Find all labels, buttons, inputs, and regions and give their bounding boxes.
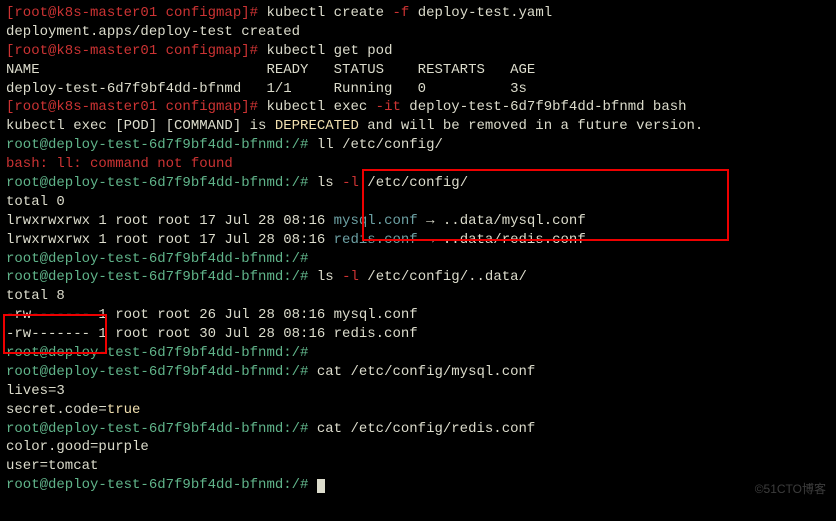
- watermark-text: ©51CTO博客: [755, 481, 826, 497]
- cmd-line: root@deploy-test-6d7f9bf4dd-bfnmd:/# cat…: [6, 363, 830, 382]
- output-line: -rw------- 1 root root 26 Jul 28 08:16 m…: [6, 306, 830, 325]
- output-line: lrwxrwxrwx 1 root root 17 Jul 28 08:16 r…: [6, 231, 830, 250]
- cmd-line: [root@k8s-master01 configmap]# kubectl g…: [6, 42, 830, 61]
- output-line: deploy-test-6d7f9bf4dd-bfnmd 1/1 Running…: [6, 80, 830, 99]
- output-line: NAME READY STATUS RESTARTS AGE: [6, 61, 830, 80]
- output-line: total 8: [6, 287, 830, 306]
- output-line: color.good=purple: [6, 438, 830, 457]
- output-line: secret.code=true: [6, 401, 830, 420]
- cmd-line: [root@k8s-master01 configmap]# kubectl e…: [6, 98, 830, 117]
- output-line: total 0: [6, 193, 830, 212]
- cursor-icon: [317, 479, 325, 493]
- cmd-line: root@deploy-test-6d7f9bf4dd-bfnmd:/# ll …: [6, 136, 830, 155]
- terminal-output[interactable]: [root@k8s-master01 configmap]# kubectl c…: [6, 4, 830, 495]
- output-line: -rw------- 1 root root 30 Jul 28 08:16 r…: [6, 325, 830, 344]
- cmd-line: [root@k8s-master01 configmap]# kubectl c…: [6, 4, 830, 23]
- output-line: lives=3: [6, 382, 830, 401]
- output-line: user=tomcat: [6, 457, 830, 476]
- output-line: lrwxrwxrwx 1 root root 17 Jul 28 08:16 m…: [6, 212, 830, 231]
- prompt-line: root@deploy-test-6d7f9bf4dd-bfnmd:/#: [6, 344, 830, 363]
- prompt-line: root@deploy-test-6d7f9bf4dd-bfnmd:/#: [6, 250, 830, 269]
- cmd-line: root@deploy-test-6d7f9bf4dd-bfnmd:/# ls …: [6, 268, 830, 287]
- prompt-line[interactable]: root@deploy-test-6d7f9bf4dd-bfnmd:/#: [6, 476, 830, 495]
- output-line: kubectl exec [POD] [COMMAND] is DEPRECAT…: [6, 117, 830, 136]
- cmd-line: root@deploy-test-6d7f9bf4dd-bfnmd:/# ls …: [6, 174, 830, 193]
- cmd-line: root@deploy-test-6d7f9bf4dd-bfnmd:/# cat…: [6, 420, 830, 439]
- output-line: deployment.apps/deploy-test created: [6, 23, 830, 42]
- error-line: bash: ll: command not found: [6, 155, 830, 174]
